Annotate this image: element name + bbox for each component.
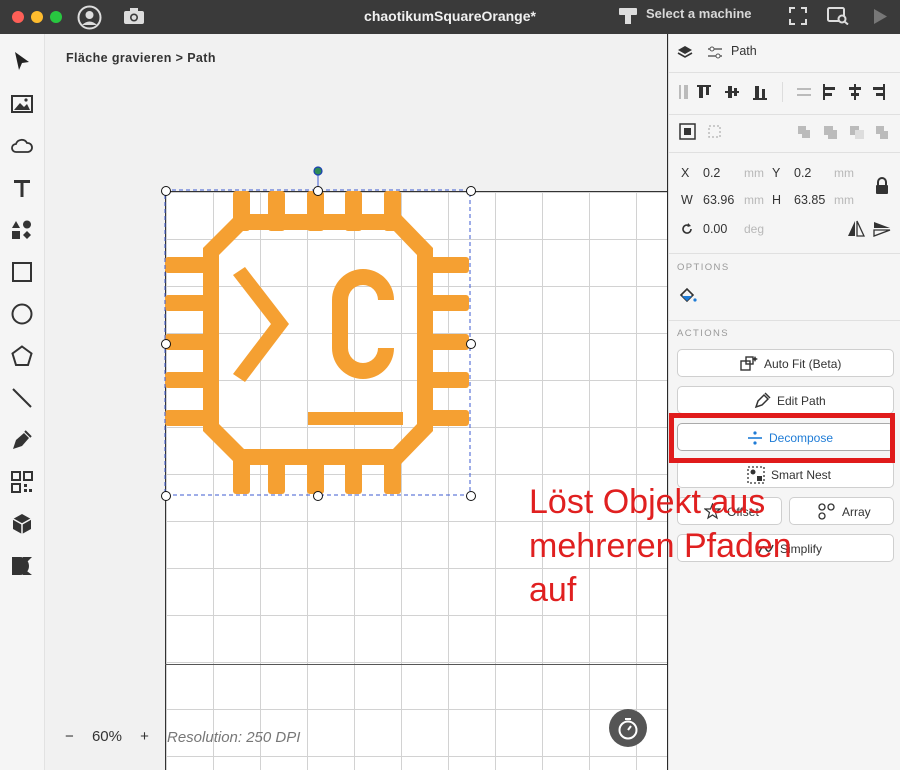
- options-heading: OPTIONS: [677, 262, 730, 273]
- 3d-box-icon[interactable]: [10, 512, 34, 536]
- auto-fit-label: Auto Fit (Beta): [764, 357, 842, 371]
- flip-vertical-icon[interactable]: [873, 220, 891, 237]
- actions-heading: ACTIONS: [677, 328, 730, 339]
- height-input[interactable]: 63.85: [794, 193, 825, 207]
- polygon-tool-icon[interactable]: [10, 344, 34, 368]
- selection-frame: [164, 166, 471, 496]
- w-label: W: [681, 193, 693, 207]
- ellipse-tool-icon[interactable]: [10, 302, 34, 326]
- align-toolbar[interactable]: [679, 82, 894, 102]
- machine-icon: [619, 8, 637, 24]
- qr-code-tool-icon[interactable]: [10, 470, 34, 494]
- resize-handle-left[interactable]: [161, 339, 171, 349]
- fullscreen-icon[interactable]: [789, 7, 807, 25]
- x-label: X: [681, 166, 690, 180]
- fill-bucket-icon[interactable]: [679, 287, 697, 304]
- x-unit: mm: [744, 166, 764, 180]
- resize-handle-top-right[interactable]: [466, 186, 476, 196]
- image-tool-icon[interactable]: [10, 92, 34, 116]
- annotation-line-1: Löst Objekt aus: [529, 483, 766, 521]
- annotation-text: Löst Objekt aus mehreren Pfaden auf: [529, 480, 829, 612]
- line-tool-icon[interactable]: [10, 386, 34, 410]
- cloud-icon[interactable]: [10, 134, 34, 158]
- shapes-icon[interactable]: [10, 218, 34, 242]
- text-tool-icon[interactable]: [10, 176, 34, 200]
- edit-path-button[interactable]: Edit Path: [677, 386, 894, 414]
- zoom-out-button[interactable]: −: [65, 728, 74, 745]
- auto-fit-icon: [740, 356, 758, 371]
- window-title: chaotikumSquareOrange*: [364, 8, 536, 24]
- y-unit: mm: [834, 166, 854, 180]
- decompose-highlight-box: [669, 413, 895, 463]
- play-icon[interactable]: [872, 8, 888, 25]
- width-input[interactable]: 63.96: [703, 193, 734, 207]
- array-label: Array: [842, 505, 871, 519]
- title-bar: chaotikumSquareOrange* Select a machine: [0, 0, 900, 34]
- stopwatch-icon: [618, 718, 638, 740]
- auto-fit-button[interactable]: Auto Fit (Beta): [677, 349, 894, 377]
- h-unit: mm: [834, 193, 854, 207]
- resolution-label: Resolution: 250 DPI: [167, 729, 301, 746]
- timer-button[interactable]: [609, 709, 647, 747]
- flip-horizontal-icon[interactable]: [847, 220, 865, 237]
- rotation-input[interactable]: 0.00: [703, 222, 727, 236]
- resize-handle-top[interactable]: [313, 186, 323, 196]
- annotation-line-3: auf: [529, 571, 577, 609]
- resize-handle-right[interactable]: [466, 339, 476, 349]
- resize-handle-bottom-right[interactable]: [466, 491, 476, 501]
- select-tool-icon[interactable]: [10, 50, 34, 74]
- rectangle-tool-icon[interactable]: [10, 260, 34, 284]
- rotate-icon: [682, 223, 692, 234]
- zoom-in-button[interactable]: +: [140, 728, 149, 745]
- sliders-icon[interactable]: [707, 45, 723, 61]
- layers-icon[interactable]: [677, 45, 693, 61]
- breadcrumb: Fläche gravieren > Path: [66, 51, 216, 65]
- lock-aspect-icon[interactable]: [875, 177, 889, 195]
- x-input[interactable]: 0.2: [703, 166, 720, 180]
- y-label: Y: [772, 166, 781, 180]
- select-machine-button[interactable]: Select a machine: [646, 6, 752, 21]
- zoom-level: 60%: [91, 728, 122, 745]
- tool-bar: [0, 34, 45, 770]
- y-input[interactable]: 0.2: [794, 166, 811, 180]
- properties-panel: Path X 0.2 mm Y 0.2 mm W 63.96 mm H 63.8…: [668, 34, 900, 770]
- pen-tool-icon[interactable]: [10, 428, 34, 452]
- group-boolean-toolbar[interactable]: [679, 123, 894, 143]
- resize-handle-bottom-left[interactable]: [161, 491, 171, 501]
- design-library-icon[interactable]: [10, 554, 34, 578]
- preview-icon[interactable]: [827, 7, 849, 25]
- pen-icon: [754, 392, 771, 409]
- edit-path-label: Edit Path: [777, 394, 826, 408]
- resize-handle-top-left[interactable]: [161, 186, 171, 196]
- rotation-unit: deg: [744, 222, 765, 236]
- w-unit: mm: [744, 193, 764, 207]
- annotation-line-2: mehreren Pfaden: [529, 527, 792, 565]
- resize-handle-bottom[interactable]: [313, 491, 323, 501]
- tab-path[interactable]: Path: [731, 44, 757, 58]
- h-label: H: [772, 193, 782, 207]
- work-area-boundary: [165, 664, 667, 665]
- zoom-controls: − 60% +: [65, 728, 163, 745]
- canvas-area[interactable]: Fläche gravieren > Path − 60% + Resoluti…: [45, 34, 667, 770]
